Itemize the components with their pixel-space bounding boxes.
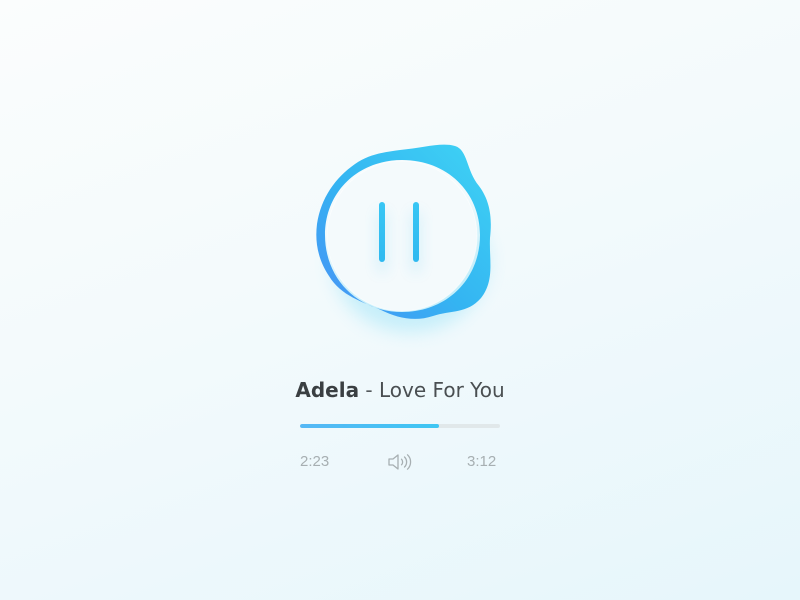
progress-bar[interactable] [300,424,500,428]
elapsed-time: 2:23 [300,453,330,470]
track-title: Adela - Love For You [250,378,550,402]
pause-bar-right [413,202,419,262]
music-player: Adela - Love For You 2:23 3:12 [0,0,800,600]
pause-button[interactable] [305,140,500,335]
total-time: 3:12 [467,453,497,470]
pause-icon [305,140,500,335]
volume-icon[interactable] [387,452,413,472]
track-separator: - [359,378,380,402]
pause-bar-left [379,202,385,262]
track-song: Love For You [379,378,505,402]
progress-fill [300,424,439,428]
track-artist: Adela [295,378,360,402]
